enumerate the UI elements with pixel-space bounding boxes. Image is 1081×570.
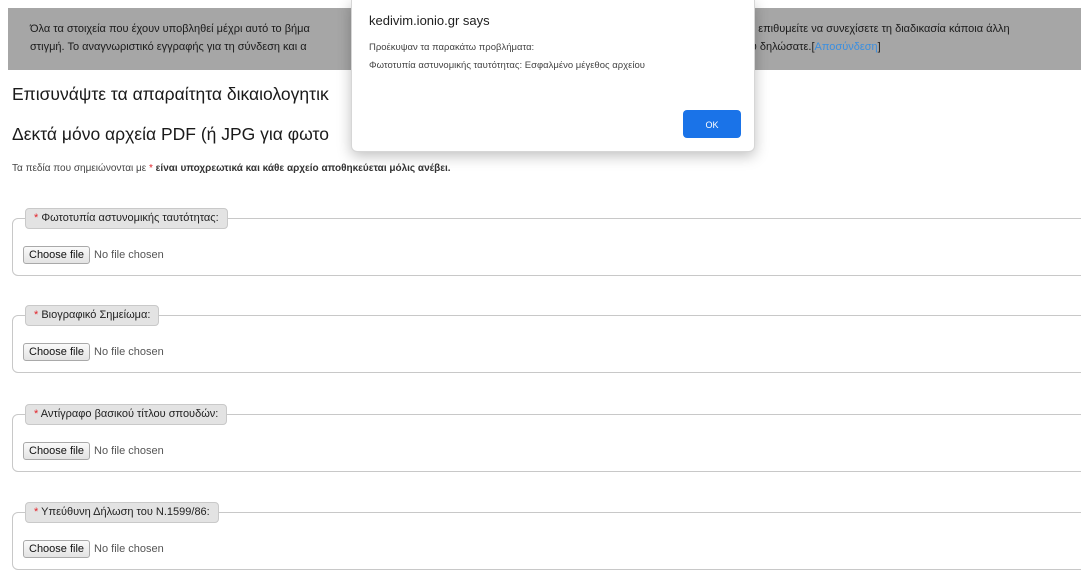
banner-bracket: ]: [877, 41, 881, 53]
file-input[interactable]: Choose file No file chosen: [23, 442, 164, 460]
page-subheading: Δεκτά μόνο αρχεία PDF (ή JPG για φωτο: [12, 124, 329, 144]
required-star: *: [34, 408, 39, 420]
upload-group-declaration: * Υπεύθυνη Δήλωση του Ν.1599/86: Choose …: [12, 502, 1081, 570]
alert-dialog: kedivim.ionio.gr says Προέκυψαν τα παρακ…: [351, 0, 755, 152]
field-label: Βιογραφικό Σημείωμα:: [41, 309, 151, 321]
note-prefix: Τα πεδία που σημειώνονται με: [12, 163, 149, 174]
file-input[interactable]: Choose file No file chosen: [23, 343, 164, 361]
upload-group-degree: * Αντίγραφο βασικού τίτλου σπουδών: Choo…: [12, 404, 1081, 472]
required-star: *: [34, 309, 39, 321]
required-star: *: [34, 212, 39, 224]
field-legend: * Αντίγραφο βασικού τίτλου σπουδών:: [25, 404, 228, 425]
dialog-message-line2: Φωτοτυπία αστυνομικής ταυτότητας: Εσφαλμ…: [369, 60, 645, 71]
upload-group-id-card: * Φωτοτυπία αστυνομικής ταυτότητας: Choo…: [12, 208, 1081, 276]
file-input[interactable]: Choose file No file chosen: [23, 246, 164, 264]
banner-text-line1: Όλα τα στοιχεία που έχουν υποβληθεί μέχρ…: [30, 23, 310, 35]
page-heading: Επισυνάψτε τα απαραίτητα δικαιολογητικ: [12, 84, 329, 104]
choose-file-button[interactable]: Choose file: [23, 442, 91, 460]
file-status: No file chosen: [94, 445, 164, 457]
field-legend: * Βιογραφικό Σημείωμα:: [25, 305, 160, 326]
banner-text-line1-right: ου επιθυμείτε να συνεχίσετε τη διαδικασί…: [743, 23, 1010, 35]
required-fields-note: Τα πεδία που σημειώνονται με * είναι υπο…: [12, 163, 451, 174]
field-label: Υπεύθυνη Δήλωση του Ν.1599/86:: [41, 506, 210, 518]
dialog-message-line1: Προέκυψαν τα παρακάτω προβλήματα:: [369, 42, 535, 53]
choose-file-button[interactable]: Choose file: [23, 540, 91, 558]
file-status: No file chosen: [94, 543, 164, 555]
field-legend: * Φωτοτυπία αστυνομικής ταυτότητας:: [25, 208, 228, 229]
field-legend: * Υπεύθυνη Δήλωση του Ν.1599/86:: [25, 502, 219, 523]
choose-file-button[interactable]: Choose file: [23, 246, 91, 264]
field-label: Αντίγραφο βασικού τίτλου σπουδών:: [40, 408, 219, 420]
logout-link[interactable]: Αποσύνδεση: [815, 41, 878, 53]
ok-button[interactable]: OK: [683, 110, 741, 138]
banner-text-line2: στιγμή. Το αναγνωριστικό εγγραφής για τη…: [30, 41, 307, 53]
upload-group-cv: * Βιογραφικό Σημείωμα: Choose file No fil…: [12, 305, 1081, 373]
file-status: No file chosen: [94, 249, 164, 261]
file-input[interactable]: Choose file No file chosen: [23, 540, 164, 558]
note-suffix: είναι υποχρεωτικά και κάθε αρχείο αποθηκ…: [152, 163, 451, 174]
file-status: No file chosen: [94, 346, 164, 358]
dialog-title: kedivim.ionio.gr says: [369, 13, 490, 28]
choose-file-button[interactable]: Choose file: [23, 343, 91, 361]
required-star: *: [34, 506, 39, 518]
field-label: Φωτοτυπία αστυνομικής ταυτότητας:: [41, 212, 219, 224]
